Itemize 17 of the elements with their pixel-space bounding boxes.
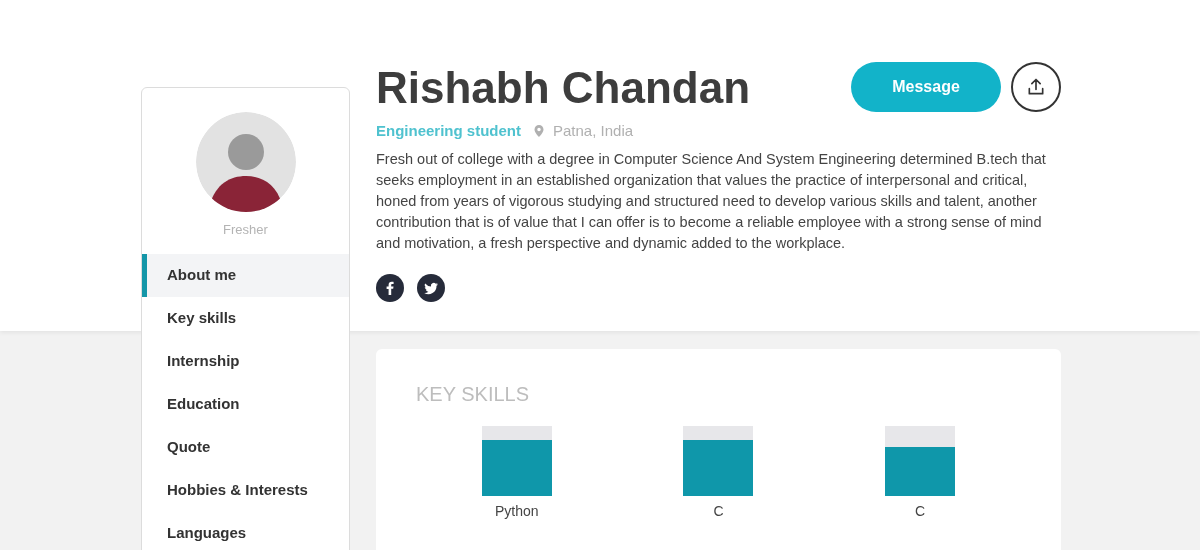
skill-bar-drawing (481, 425, 552, 496)
section-title: KEY SKILLS (416, 381, 531, 407)
twitter-icon[interactable] (417, 273, 445, 302)
skill-label: Python (495, 501, 539, 521)
skill-label: C (915, 501, 926, 521)
sidebar-item[interactable]: About me (142, 253, 349, 297)
skill-bar-drawing (683, 425, 754, 496)
facebook-icon[interactable] (376, 273, 404, 302)
bio-text: Fresh out of college with a degree in Computer Science And System Engineering determined B.tech that seeks employment in an established organization that values the practice of interpersonal and critical, honed from years of vigorous studying and structured need to develop various skills and talent, another contribution that is of value that I can offer is to become a reliable employee with a strong sense of mind and motivation, a fresh perspective and dynamic added to the workplace. (376, 149, 1047, 253)
role-label: Engineering student (376, 121, 521, 141)
profile-name: Rishabh Chandan (376, 62, 751, 114)
share-button[interactable] (1011, 62, 1061, 112)
share-icon (1026, 77, 1046, 97)
location-label: Patna, India (553, 121, 634, 141)
status-label: Fresher (223, 221, 268, 239)
skill-bar-drawing (885, 425, 956, 496)
skill-label: C (713, 501, 724, 521)
